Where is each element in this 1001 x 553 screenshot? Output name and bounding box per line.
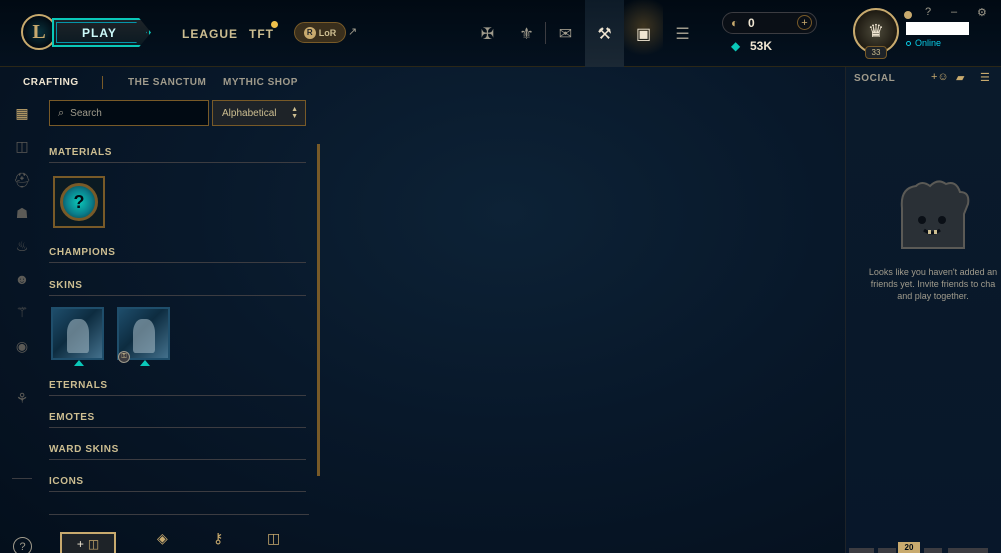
skin-mask-icon[interactable]: ☗	[12, 203, 32, 223]
riot-points-icon: ◐	[731, 16, 739, 30]
add-to-crafting-button[interactable]: + ◫	[60, 532, 116, 553]
online-dot-icon	[906, 41, 911, 46]
box-icon[interactable]: ◫	[267, 530, 280, 547]
tab-crafting[interactable]: CRAFTING	[23, 77, 79, 88]
flame-icon[interactable]: ♨	[12, 236, 32, 256]
events-icon[interactable]: ⚜	[507, 0, 546, 67]
key-icon[interactable]: ⚷	[213, 530, 223, 547]
nav-tft[interactable]: TFT	[249, 27, 274, 41]
collection-box-icon[interactable]: ◫	[12, 136, 32, 156]
upgrade-triangle-icon	[74, 360, 84, 366]
material-mystery-orb[interactable]: ?	[53, 176, 105, 228]
tab-the-sanctum[interactable]: THE SANCTUM	[128, 77, 206, 88]
bottom-divider	[49, 514, 309, 515]
league-logo-icon[interactable]: L	[21, 14, 57, 50]
skin-shard-tile[interactable]	[51, 307, 104, 366]
riot-points-value: 0	[748, 16, 755, 30]
sort-dropdown[interactable]: Alphabetical ▲ ▼	[212, 100, 306, 126]
loot-tree-icon[interactable]: ⚘	[12, 388, 32, 408]
champion-helmet-icon[interactable]: ⛑	[12, 170, 32, 190]
top-icon-bar: ✠ ⚜ ✉ ⚒ ▣ ☰	[468, 0, 702, 67]
empty-friends-message: Looks like you haven't added an friends …	[868, 267, 998, 301]
missions-icon[interactable]: ✉	[546, 0, 585, 67]
search-icon: ⌕	[58, 106, 65, 119]
lor-label: LoR	[318, 27, 337, 38]
summoner-name-redacted	[906, 22, 969, 35]
lor-icon: R	[303, 26, 316, 39]
store-coins-icon[interactable]: ☰	[663, 0, 702, 67]
chest-icon: ◫	[87, 537, 100, 551]
external-link-icon: ↗	[348, 26, 358, 38]
add-friend-icon[interactable]: +☺	[931, 71, 949, 83]
tab-mythic-shop[interactable]: MYTHIC SHOP	[223, 77, 298, 88]
lock-icon: ⚿	[118, 351, 130, 363]
upgrade-triangle-icon	[140, 360, 150, 366]
section-ward-skins: WARD SKINS	[49, 444, 306, 460]
ward-icon[interactable]: ⚚	[12, 302, 32, 322]
collection-icon[interactable]: ▣	[624, 0, 663, 67]
poro-mascot-icon	[900, 180, 970, 249]
social-footer-tab[interactable]	[849, 548, 874, 553]
play-button[interactable]: PLAY	[52, 18, 151, 47]
category-rail: ▦ ◫ ⛑ ☗ ♨ ☻ ⚚ ◉ ⚘	[0, 98, 40, 538]
status-indicator-dot	[904, 11, 912, 19]
all-categories-grid-icon[interactable]: ▦	[12, 103, 32, 123]
profile-icon[interactable]: ◉	[12, 336, 32, 356]
sort-value: Alphabetical	[222, 107, 277, 119]
social-footer-tab[interactable]	[878, 548, 896, 553]
social-title: SOCIAL	[854, 73, 896, 84]
blue-essence-icon: ◆	[731, 39, 741, 53]
social-footer-tab[interactable]	[948, 548, 988, 553]
section-icons: ICONS	[49, 476, 306, 492]
help-window-button[interactable]: ?	[925, 6, 931, 18]
lor-launch-button[interactable]: R LoR	[294, 22, 346, 43]
social-footer-tab[interactable]	[924, 548, 942, 553]
social-panel	[845, 67, 1001, 553]
help-question-icon[interactable]: ?	[13, 537, 32, 553]
section-emotes: EMOTES	[49, 412, 306, 428]
section-skins: SKINS	[49, 280, 306, 296]
chevron-updown-icon: ▲ ▼	[291, 106, 298, 120]
settings-gear-icon[interactable]: ⚙	[977, 6, 987, 19]
emote-face-icon[interactable]: ☻	[12, 269, 32, 289]
search-field[interactable]: ⌕	[49, 100, 209, 126]
level-badge: 33	[865, 46, 887, 59]
plus-icon: +	[76, 537, 84, 551]
section-champions: CHAMPIONS	[49, 247, 306, 263]
add-folder-icon[interactable]: ▰	[956, 71, 964, 84]
crafting-hammer-icon[interactable]: ⚒	[585, 0, 624, 67]
skin-shard-tile[interactable]: ⚿	[117, 307, 170, 366]
subnav-divider	[102, 76, 103, 89]
section-materials: MATERIALS	[49, 147, 306, 163]
orange-essence-icon[interactable]: ◈	[157, 530, 168, 547]
buy-rp-button[interactable]: +	[797, 15, 812, 30]
question-orb-icon: ?	[60, 183, 98, 221]
minimize-button[interactable]: –	[951, 6, 957, 18]
tft-notification-dot	[271, 21, 278, 28]
inventory-scrollbar[interactable]	[317, 144, 320, 476]
social-count-badge: 20	[898, 542, 920, 553]
blue-essence-value: 53K	[750, 39, 773, 53]
list-view-icon[interactable]: ☰	[980, 71, 990, 84]
worlds-icon[interactable]: ✠	[468, 0, 507, 67]
rail-divider	[12, 478, 32, 479]
nav-league[interactable]: LEAGUE	[182, 27, 238, 41]
online-status[interactable]: Online	[906, 38, 941, 48]
search-input[interactable]	[70, 107, 191, 119]
section-eternals: ETERNALS	[49, 380, 306, 396]
